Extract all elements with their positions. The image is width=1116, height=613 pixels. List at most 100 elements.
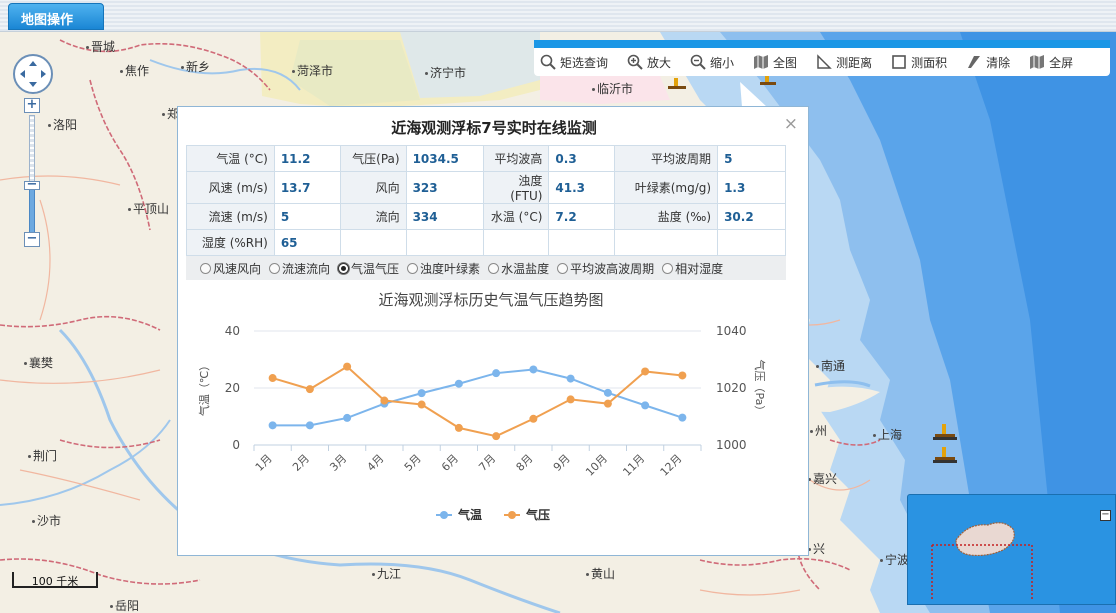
- y-tick-right: 1040: [716, 324, 747, 338]
- data-point: [268, 421, 277, 430]
- tab-map-operations[interactable]: 地图操作: [8, 3, 104, 30]
- tool-fullscreen-button[interactable]: 全屏: [1029, 54, 1073, 71]
- series-line: [272, 365, 683, 438]
- fullscreen-icon: [1030, 55, 1045, 69]
- metric-label: 叶绿素(mg/g): [614, 171, 719, 204]
- data-point: [529, 365, 538, 374]
- metric-value: 323: [405, 171, 484, 204]
- tool-label: 测距离: [836, 55, 873, 70]
- popup-title: 近海观测浮标7号实时在线监测: [391, 119, 597, 137]
- data-point: [566, 374, 575, 383]
- radio-dot[interactable]: [269, 262, 281, 274]
- radio-dot[interactable]: [662, 262, 674, 274]
- data-point: [641, 367, 650, 376]
- zoom-handle[interactable]: −: [24, 178, 40, 191]
- full-map-icon: [754, 55, 769, 69]
- x-tick-label: 12月: [658, 452, 685, 479]
- tool-clear-button[interactable]: 清除: [966, 54, 1010, 71]
- overview-toggle-button[interactable]: −: [1100, 510, 1111, 521]
- radio-label: 水温盐度: [501, 261, 550, 276]
- metric-label: 湿度 (%RH): [186, 229, 275, 256]
- metric-value: [548, 229, 616, 256]
- y-tick-left: 0: [232, 438, 240, 452]
- measure-distance-icon: [817, 54, 832, 69]
- metric-label: 气压(Pa): [339, 145, 407, 172]
- radio-dot[interactable]: [557, 262, 569, 274]
- data-point: [305, 385, 314, 394]
- metric-label: 流速 (m/s): [186, 203, 275, 230]
- trend-chart: 近海观测浮标历史气温气压趋势图 0 20 40 1000 1020 1040 1月 2月 3月 4月…: [197, 291, 767, 522]
- radio-label: 平均波高波周期: [570, 261, 655, 276]
- radio-dot[interactable]: [200, 262, 211, 274]
- tool-full-map-button[interactable]: 全图: [753, 54, 797, 71]
- radio-option[interactable]: 风速风向: [200, 260, 261, 277]
- radio-option[interactable]: 相对湿度: [662, 260, 723, 277]
- x-tick-label: 4月: [365, 452, 387, 474]
- metric-label: 水温 (°C): [482, 203, 550, 230]
- radio-option[interactable]: 水温盐度: [488, 260, 549, 277]
- city-label: 兴: [808, 540, 825, 557]
- tool-label: 清除: [986, 55, 1011, 70]
- y-axis-label-right: 气压（Pa）: [753, 360, 767, 417]
- data-point: [417, 400, 426, 409]
- metric-label: 浊度(FTU): [482, 171, 550, 204]
- tool-measure-area-button[interactable]: 测面积: [891, 54, 947, 71]
- city-label: 宁波: [880, 551, 909, 568]
- city-label: 南通: [816, 357, 845, 374]
- metrics-table: 气温 (°C) 11.2 气压(Pa) 1034.5 平均波高 0.3 平均波周期 5 风速 (…: [186, 145, 786, 256]
- zoom-slider[interactable]: + − −: [24, 98, 42, 248]
- x-tick-label: 5月: [402, 452, 424, 474]
- tool-label: 放大: [647, 55, 672, 70]
- x-tick-label: 3月: [327, 452, 349, 474]
- radio-dot[interactable]: [488, 262, 500, 274]
- data-point: [678, 413, 687, 422]
- city-label: 岳阳: [110, 597, 139, 613]
- radio-label: 风速风向: [213, 261, 262, 276]
- city-label: 晋城: [86, 38, 115, 55]
- x-tick-label: 8月: [514, 452, 536, 474]
- metrics-row: 气温 (°C) 11.2 气压(Pa) 1034.5 平均波高 0.3 平均波周期 5: [186, 145, 786, 172]
- city-label: 新乡: [181, 58, 210, 75]
- zoom-plus-button[interactable]: +: [24, 98, 40, 113]
- overview-map[interactable]: −: [907, 494, 1116, 605]
- tool-measure-distance-button[interactable]: 测距离: [816, 54, 872, 71]
- zoom-out-icon: [690, 54, 706, 70]
- metric-value: 334: [405, 203, 484, 230]
- data-point: [641, 401, 650, 410]
- radio-dot[interactable]: [407, 262, 419, 274]
- zoom-level-fill: [29, 188, 35, 233]
- metric-label: 风向: [339, 171, 407, 204]
- metric-value: 11.2: [273, 145, 341, 172]
- buoy-monitor-popup: 近海观测浮标7号实时在线监测 × 气温 (°C) 11.2 气压(Pa) 1034.5…: [177, 106, 809, 556]
- metric-label: [339, 229, 407, 256]
- data-point: [343, 362, 352, 371]
- x-tick-label: 11月: [620, 452, 647, 479]
- metric-label: 平均波高: [482, 145, 550, 172]
- zoom-minus-button[interactable]: −: [24, 232, 40, 247]
- radio-option[interactable]: 平均波高波周期: [557, 260, 654, 277]
- radio-dot[interactable]: [338, 262, 350, 274]
- radio-option[interactable]: 流速流向: [269, 260, 330, 277]
- chart-type-radio-group: 风速风向 流速流向 气温气压 浊度叶绿素 水温盐度 平均波高波周期 相对湿度: [186, 256, 786, 280]
- close-icon[interactable]: ×: [784, 114, 798, 134]
- tool-zoom-in-button[interactable]: 放大: [627, 54, 671, 71]
- top-tab-bar: [0, 0, 1116, 32]
- radio-option[interactable]: 浊度叶绿素: [407, 260, 480, 277]
- tool-rect-query-button[interactable]: 矩选查询: [540, 54, 608, 71]
- city-label: 襄樊: [24, 354, 53, 371]
- tool-zoom-out-button[interactable]: 缩小: [690, 54, 734, 71]
- data-point: [268, 374, 277, 383]
- metric-value: 65: [273, 229, 341, 256]
- metric-label: 气温 (°C): [186, 145, 275, 172]
- x-tick-label: 2月: [290, 452, 312, 474]
- tool-label: 全图: [773, 55, 798, 70]
- radio-label: 气温气压: [351, 261, 400, 276]
- city-label: 荆门: [28, 447, 57, 464]
- data-point: [566, 395, 575, 404]
- metric-label: [482, 229, 550, 256]
- radio-option[interactable]: 气温气压: [338, 260, 399, 277]
- pan-control[interactable]: [13, 54, 53, 94]
- legend-marker: [440, 511, 448, 519]
- data-point: [343, 413, 352, 422]
- data-point: [417, 389, 426, 398]
